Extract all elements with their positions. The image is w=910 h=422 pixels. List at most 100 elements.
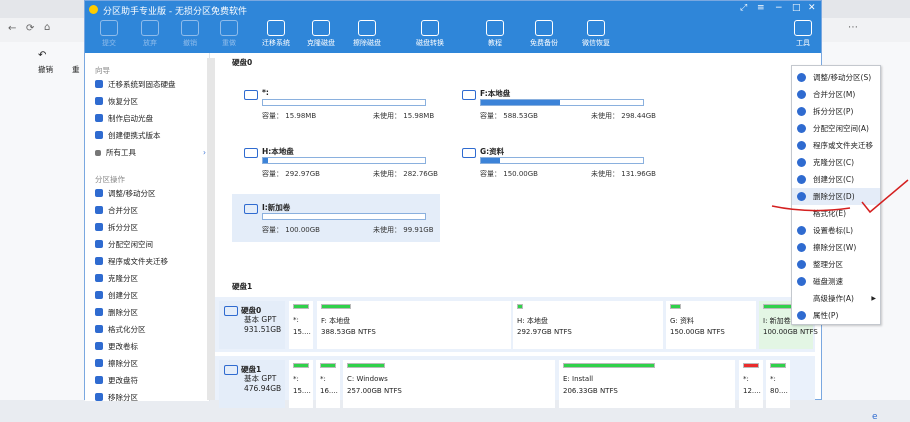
menu-item-defrag[interactable]: 整理分区: [792, 256, 880, 273]
migrate-system-button[interactable]: 迁移系统: [260, 20, 292, 48]
disk-info[interactable]: 硬盘1 基本 GPT 476.94GB: [219, 360, 285, 408]
capacity-label: 容量：: [262, 170, 283, 178]
menu-item-wipe[interactable]: 擦除分区(W): [792, 239, 880, 256]
home-icon[interactable]: ⌂: [44, 22, 50, 33]
sidebar-item-portable[interactable]: 创建便携式版本: [95, 129, 161, 143]
partition-name: *:: [743, 375, 749, 383]
clone-disk-button[interactable]: 克隆磁盘: [305, 20, 337, 48]
sidebar-item-format[interactable]: 格式化分区: [95, 323, 146, 337]
partition-name: *:: [262, 88, 269, 97]
sidebar-item-allocate[interactable]: 分配空闲空间: [95, 238, 153, 252]
partition-block[interactable]: *: 12....: [739, 360, 763, 408]
wizard-section-title: 向导: [95, 66, 110, 75]
partition-card[interactable]: *: 容量： 15.98MB 未使用： 15.98MB: [232, 80, 440, 128]
clone-icon: [312, 20, 330, 36]
sidebar-item-app-migrate[interactable]: 程序或文件夹迁移: [95, 255, 168, 269]
partition-block[interactable]: *: 15....: [289, 301, 313, 349]
discard-label: 放弃: [143, 39, 157, 47]
maximize-icon[interactable]: □: [792, 3, 801, 13]
toolbar: 提交 放弃 撤销 重做 迁移系统 克隆磁盘 擦除磁盘 磁盘转换 教程 免费备份 …: [85, 19, 821, 53]
more-icon[interactable]: ⋯: [848, 22, 858, 33]
disk-separator: [215, 352, 815, 356]
sidebar-item-label: 擦除分区: [108, 359, 138, 368]
merge-icon: [797, 90, 806, 99]
partition-block[interactable]: *: 80....: [766, 360, 790, 408]
disk-info[interactable]: 硬盘0 基本 GPT 931.51GB: [219, 301, 285, 349]
partition-block[interactable]: H: 本地盘 292.97GB NTFS: [513, 301, 663, 349]
minimize-icon[interactable]: −: [775, 3, 783, 13]
sidebar-item-clone[interactable]: 克隆分区: [95, 272, 138, 286]
delete-icon: [95, 308, 103, 316]
partition-size: 16....: [320, 387, 338, 395]
sidebar-item-recover[interactable]: 恢复分区: [95, 95, 138, 109]
redo-button[interactable]: 重做: [219, 20, 239, 48]
partition-block[interactable]: C: Windows 257.00GB NTFS: [343, 360, 555, 408]
menu-item-merge[interactable]: 合并分区(M): [792, 86, 880, 103]
sidebar-item-split[interactable]: 拆分分区: [95, 221, 138, 235]
menu-icon[interactable]: ≡: [757, 3, 765, 13]
menu-item-set-label[interactable]: 设置卷标(L): [792, 222, 880, 239]
partition-block[interactable]: G: 资料 150.00GB NTFS: [666, 301, 756, 349]
free-backup-button[interactable]: 免费备份: [528, 20, 560, 48]
disk-type: 基本 GPT: [244, 374, 277, 383]
sidebar-scrollbar[interactable]: [207, 58, 215, 400]
partition-card[interactable]: G:资料 容量： 150.00GB 未使用： 131.96GB: [450, 138, 658, 186]
sidebar-item-create[interactable]: 创建分区: [95, 289, 138, 303]
sidebar-item-wipe[interactable]: 擦除分区: [95, 357, 138, 371]
sidebar-item-label: 拆分分区: [108, 223, 138, 232]
undo-icon[interactable]: ↶: [38, 50, 46, 61]
wipe-disk-button[interactable]: 擦除磁盘: [351, 20, 383, 48]
merge-icon: [95, 206, 103, 214]
disk-convert-button[interactable]: 磁盘转换: [414, 20, 446, 48]
refresh-icon[interactable]: ⟳: [26, 23, 34, 34]
usage-fill: [481, 100, 561, 105]
tools-button[interactable]: 工具: [793, 20, 813, 48]
tutorial-button[interactable]: 教程: [485, 20, 505, 48]
menu-item-properties[interactable]: 属性(P): [792, 307, 880, 324]
discard-icon: [141, 20, 159, 36]
browser-left-panel: ↶ 撤销 重: [0, 42, 85, 400]
tools-label: 工具: [796, 39, 810, 47]
menu-item-speed-test[interactable]: 磁盘测速: [792, 273, 880, 290]
clone-icon: [797, 158, 806, 167]
partition-block[interactable]: E: Install 206.33GB NTFS: [559, 360, 735, 408]
commit-button[interactable]: 提交: [99, 20, 119, 48]
menu-item-label: 磁盘测速: [813, 277, 843, 286]
menu-item-app-migrate[interactable]: 程序或文件夹迁移: [792, 137, 880, 154]
usage-bar: [262, 213, 426, 220]
menu-item-split[interactable]: 拆分分区(P): [792, 103, 880, 120]
menu-item-advanced[interactable]: 高级操作(A) ▶: [792, 290, 880, 307]
close-icon[interactable]: ✕: [808, 3, 816, 13]
sidebar-item-label-change[interactable]: 更改卷标: [95, 340, 138, 354]
sidebar-item-remove[interactable]: 移除分区: [95, 391, 138, 405]
sidebar-item-merge[interactable]: 合并分区: [95, 204, 138, 218]
discard-button[interactable]: 放弃: [140, 20, 160, 48]
partition-card-selected[interactable]: I:新加卷 容量： 100.00GB 未使用： 99.91GB: [232, 194, 440, 242]
sidebar-item-boot-disc[interactable]: 制作启动光盘: [95, 112, 153, 126]
restore-icon[interactable]: ⤢: [740, 3, 747, 13]
sidebar-item-migrate-ssd[interactable]: 迁移系统到固态硬盘: [95, 78, 176, 92]
partition-block[interactable]: F: 本地盘 388.53GB NTFS: [317, 301, 511, 349]
sidebar-item-delete[interactable]: 删除分区: [95, 306, 138, 320]
recover-icon: [587, 20, 605, 36]
partition-card[interactable]: H:本地盘 容量： 292.97GB 未使用： 282.76GB: [232, 138, 440, 186]
wechat-recover-button[interactable]: 微信恢复: [580, 20, 612, 48]
menu-item-resize[interactable]: 调整/移动分区(S): [792, 69, 880, 86]
left-redo-label: 重: [72, 65, 80, 74]
dots-icon: [95, 150, 101, 156]
sidebar-item-all-tools[interactable]: 所有工具 ›: [95, 146, 206, 160]
menu-item-clone[interactable]: 克隆分区(C): [792, 154, 880, 171]
sidebar-item-label: 更改盘符: [108, 376, 138, 385]
partition-block[interactable]: *: 15....: [289, 360, 313, 408]
back-icon[interactable]: ←: [8, 23, 16, 34]
free-text: 未使用： 298.44GB: [591, 111, 656, 121]
partition-card[interactable]: F:本地盘 容量： 588.53GB 未使用： 298.44GB: [450, 80, 658, 128]
undo-button[interactable]: 撤销: [180, 20, 200, 48]
usage-fill: [263, 158, 268, 163]
sidebar-item-resize[interactable]: 调整/移动分区: [95, 187, 156, 201]
menu-item-allocate[interactable]: 分配空闲空间(A): [792, 120, 880, 137]
partition-block[interactable]: *: 16....: [316, 360, 340, 408]
partition-size: 292.97GB NTFS: [517, 328, 572, 336]
sidebar-item-drive-letter[interactable]: 更改盘符: [95, 374, 138, 388]
menu-item-label: 拆分分区(P): [813, 107, 854, 116]
